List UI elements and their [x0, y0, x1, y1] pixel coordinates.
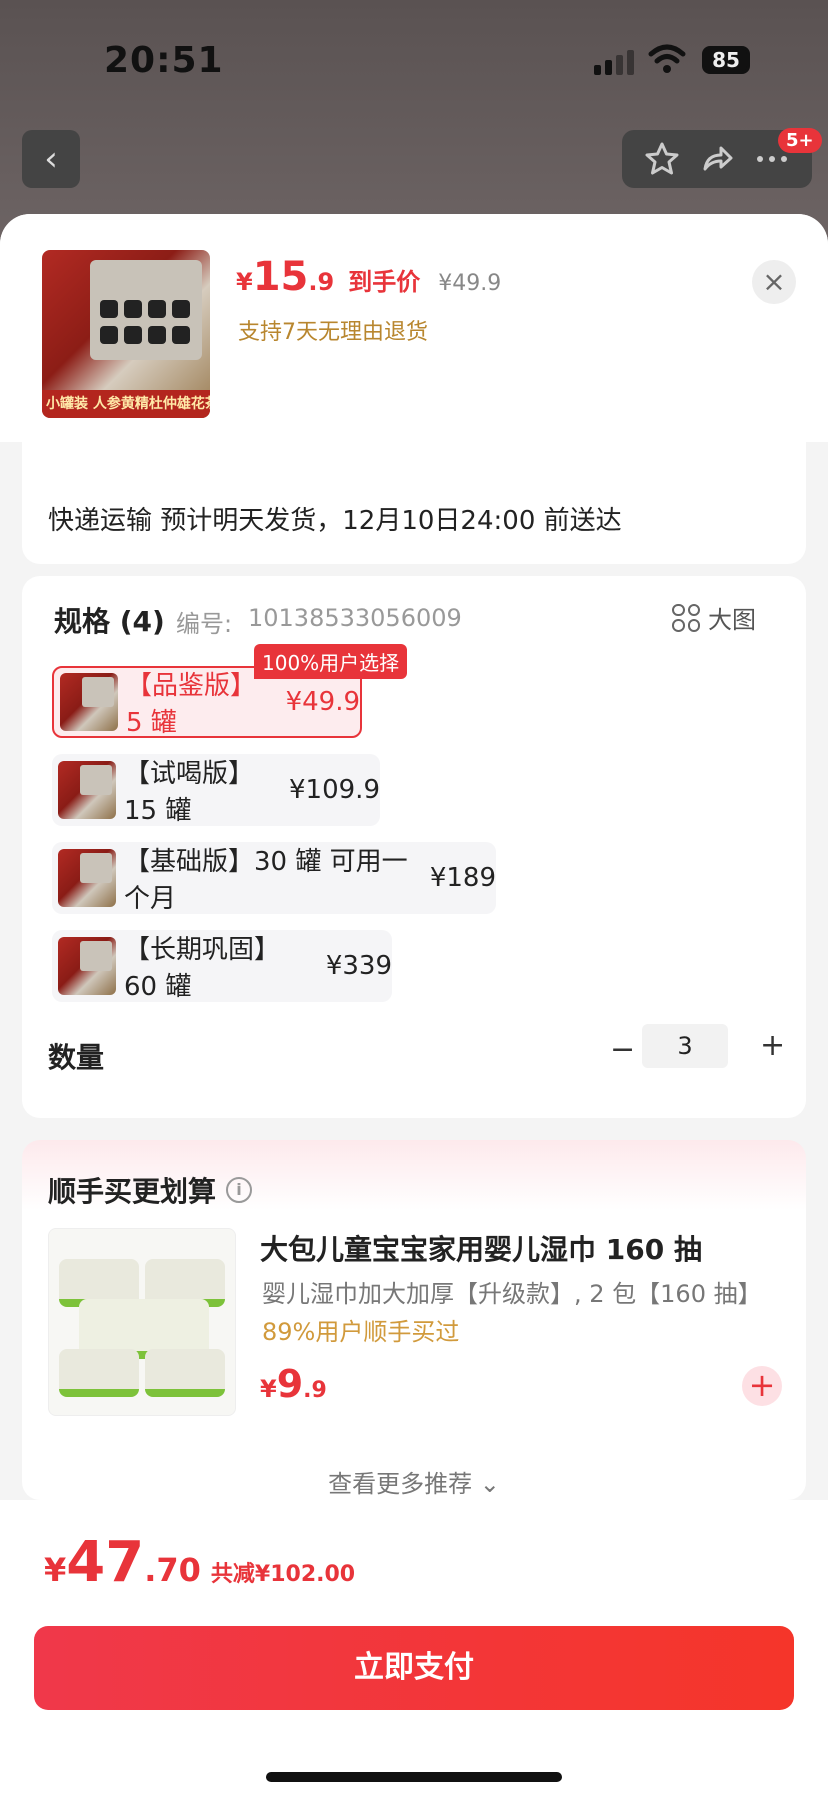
favorite-star-icon[interactable] [642, 139, 682, 179]
back-button[interactable]: ‹ [22, 130, 80, 188]
close-icon: × [762, 265, 786, 298]
total-decimal: .70 [144, 1551, 201, 1589]
option-name: 【试喝版】15 罐 [124, 759, 255, 826]
recommend-product-image[interactable] [48, 1228, 236, 1416]
battery-indicator: 85 [702, 46, 750, 74]
quantity-minus-button[interactable]: − [610, 1032, 635, 1067]
quantity-input[interactable]: 3 [642, 1024, 728, 1068]
recommend-title: 顺手买更划算 i [48, 1170, 253, 1210]
recommend-title-text: 顺手买更划算 [48, 1175, 217, 1208]
return-policy: 支持7天无理由退货 [238, 320, 428, 345]
share-icon[interactable] [697, 139, 737, 179]
original-price: ¥49.9 [438, 271, 502, 296]
option-name: 【长期巩固】60 罐 [124, 935, 281, 1002]
recommend-price-currency: ¥ [260, 1375, 277, 1403]
option-name: 【品鉴版】5 罐 [126, 671, 257, 738]
sheet-header: 小罐装 人参黄精杜仲雄花茶 ¥ 15 .9 到手价 ¥49.9 支持7天无理由退… [0, 214, 828, 442]
status-time: 20:51 [104, 40, 224, 81]
recommend-price-decimal: .9 [303, 1378, 327, 1403]
quantity-label: 数量 [48, 1041, 105, 1074]
info-icon[interactable]: i [226, 1177, 253, 1203]
price-row: ¥ 15 .9 到手价 ¥49.9 [236, 254, 501, 300]
recommend-price-integer: 9 [276, 1362, 304, 1406]
total-discount: 共减¥102.00 [210, 1562, 356, 1587]
delivery-text: 快递运输 预计明天发货，12月10日24:00 前送达 [48, 506, 622, 536]
cellular-signal-icon [594, 50, 634, 75]
thumbnail-banner: 小罐装 人参黄精杜仲雄花茶 [42, 390, 210, 418]
chevron-left-icon: ‹ [44, 139, 58, 179]
option-name: 【基础版】30 罐 可用一个月 [124, 847, 408, 914]
home-indicator [266, 1772, 562, 1782]
wifi-icon [648, 44, 686, 73]
big-image-label: 大图 [708, 606, 756, 634]
spec-code: 10138533056009 [248, 604, 462, 632]
spec-title: 规格 (4) [54, 605, 165, 638]
big-image-button[interactable]: 大图 [672, 600, 756, 635]
recommend-card: 顺手买更划算 i 大包儿童宝宝家用婴儿湿巾 160 抽 婴儿湿巾加大加厚【升级款… [22, 1140, 806, 1500]
notification-badge: 5+ [778, 128, 822, 153]
quantity-plus-button[interactable]: + [760, 1028, 785, 1063]
option-thumbnail [58, 937, 116, 995]
spec-card: 规格 (4) 编号: 10138533056009 大图 100%用户选择 【品… [22, 576, 806, 1118]
recommend-price: ¥ 9 .9 [260, 1362, 327, 1406]
option-price: ¥109.9 [289, 775, 380, 805]
checkout-footer: ¥ 47 .70 共减¥102.00 立即支付 [0, 1500, 828, 1796]
pay-now-button[interactable]: 立即支付 [34, 1626, 794, 1710]
price-integer: 15 [252, 254, 309, 300]
recommend-product-name[interactable]: 大包儿童宝宝家用婴儿湿巾 160 抽 [260, 1228, 702, 1268]
spec-code-label: 编号: [176, 610, 233, 638]
hot-choice-tag: 100%用户选择 [254, 644, 408, 679]
grid-icon [672, 603, 700, 632]
option-thumbnail [60, 673, 118, 731]
recommend-buy-rate: 89%用户顺手买过 [262, 1318, 460, 1346]
price-label: 到手价 [348, 268, 421, 296]
total-price: ¥ 47 .70 共减¥102.00 [44, 1530, 355, 1595]
spec-option-basic[interactable]: 【基础版】30 罐 可用一个月 ¥189 [52, 842, 496, 914]
option-thumbnail [58, 761, 116, 819]
total-currency: ¥ [44, 1551, 67, 1589]
price-decimal: .9 [308, 268, 335, 296]
see-more-recommendations[interactable]: 查看更多推荐 ⌄ [22, 1464, 806, 1499]
status-bar: 20:51 85 [0, 0, 828, 120]
total-integer: 47 [66, 1530, 145, 1595]
price-currency: ¥ [236, 268, 253, 296]
product-thumbnail[interactable]: 小罐装 人参黄精杜仲雄花茶 [42, 250, 210, 418]
add-recommend-button[interactable]: + [742, 1366, 782, 1406]
spec-option-trial[interactable]: 【试喝版】15 罐 ¥109.9 [52, 754, 380, 826]
option-thumbnail [58, 849, 116, 907]
recommend-product-desc: 婴儿湿巾加大加厚【升级款】, 2 包【160 抽】 [262, 1280, 762, 1308]
close-button[interactable]: × [752, 260, 796, 304]
option-price: ¥49.9 [285, 687, 360, 717]
option-price: ¥189 [429, 863, 496, 893]
spec-option-long-term[interactable]: 【长期巩固】60 罐 ¥339 [52, 930, 392, 1002]
option-price: ¥339 [325, 951, 392, 981]
